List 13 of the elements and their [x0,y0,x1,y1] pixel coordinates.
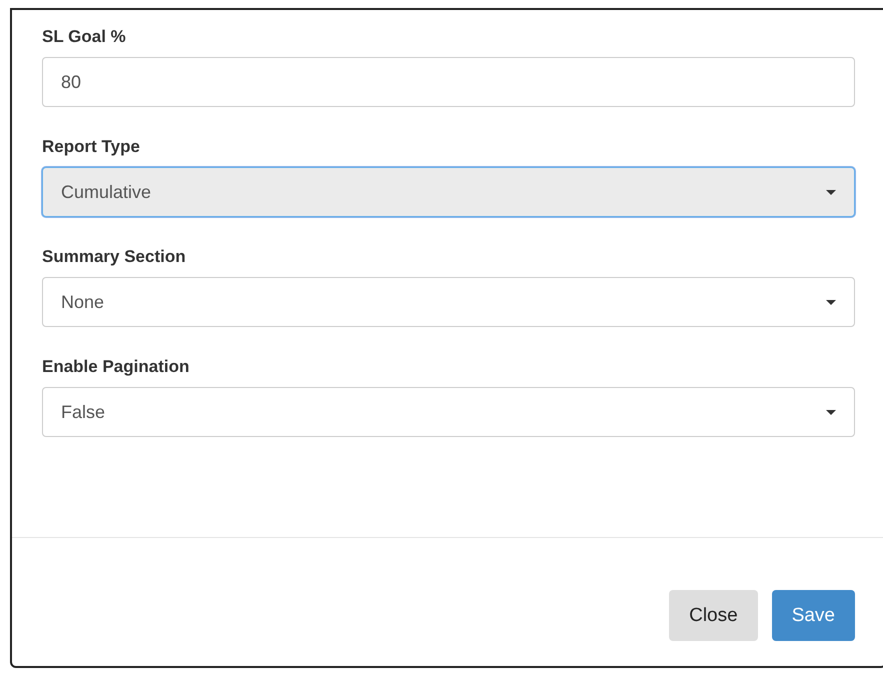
caret-icon [826,190,836,194]
field-label: Summary Section [42,247,187,267]
caret-icon [826,300,836,304]
save-button[interactable]: Save [772,590,855,641]
dropdown[interactable]: None [42,277,855,327]
input-field[interactable]: 80 [42,57,855,107]
dropdown[interactable]: False [42,387,855,437]
dropdown[interactable]: Cumulative [42,167,855,217]
caret-icon [826,410,836,414]
field-label: SL Goal % [42,27,127,47]
field-label: Report Type [42,137,141,157]
field-label: Enable Pagination [42,357,190,377]
close-button[interactable]: Close [669,590,758,641]
